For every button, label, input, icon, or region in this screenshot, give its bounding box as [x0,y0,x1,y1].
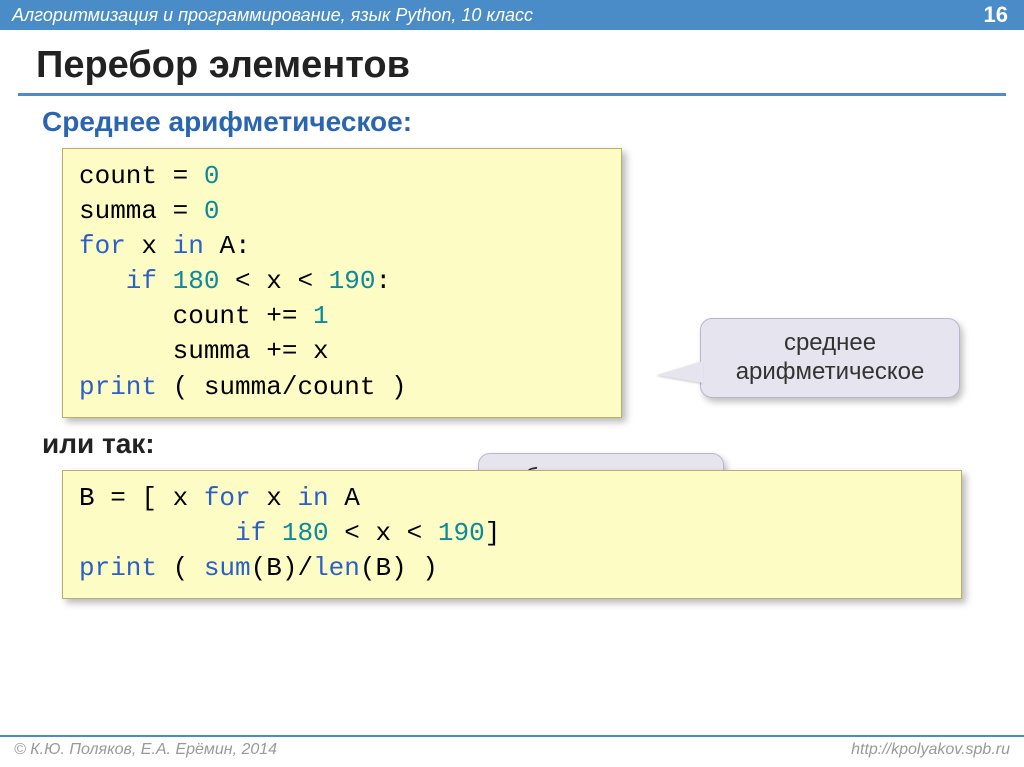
code-line: print ( sum(B)/len(B) ) [79,551,945,586]
section-heading-1: Среднее арифметическое: [0,96,1024,148]
callout-average: среднее арифметическое [700,318,960,398]
code-line: print ( summa/count ) [79,370,605,405]
page-number: 16 [984,2,1008,28]
code-line: if 180 < x < 190] [79,516,945,551]
callout-tail [657,361,703,383]
code-block-1: count = 0 summa = 0 for x in A: if 180 <… [62,148,622,418]
slide-header: Алгоритмизация и программирование, язык … [0,0,1024,30]
callout-text: арифметическое [723,358,937,387]
code-line: summa += x [79,334,605,369]
copyright: © К.Ю. Поляков, Е.А. Ерёмин, 2014 [14,741,277,759]
code-line: if 180 < x < 190: [79,264,605,299]
code-line: count += 1 [79,299,605,334]
slide-title: Перебор элементов [0,30,1024,93]
slide-footer: © К.Ю. Поляков, Е.А. Ерёмин, 2014 http:/… [0,735,1024,767]
callout-text: среднее [723,329,937,358]
code-line: count = 0 [79,159,605,194]
code-line: summa = 0 [79,194,605,229]
code-block-2: B = [ x for x in A if 180 < x < 190] pri… [62,470,962,599]
course-title: Алгоритмизация и программирование, язык … [12,5,533,26]
code-line: B = [ x for x in A [79,481,945,516]
code-line: for x in A: [79,229,605,264]
footer-url: http://kpolyakov.spb.ru [851,741,1010,759]
